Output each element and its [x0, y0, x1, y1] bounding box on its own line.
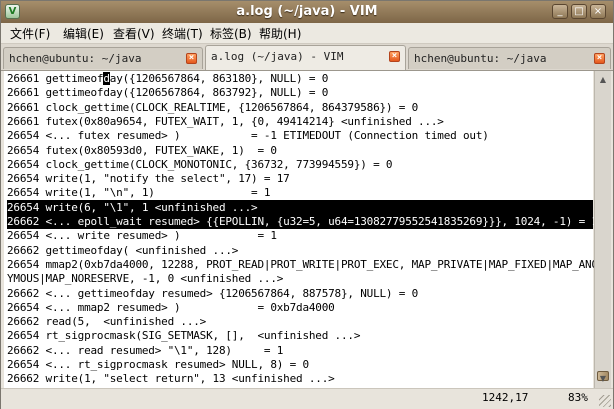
vim-status-bar: 1242,17 83%	[1, 388, 613, 409]
menu-view[interactable]: 查看(V)	[113, 25, 155, 42]
tab-shell-1[interactable]: hchen@ubuntu: ~/java ×	[3, 47, 203, 69]
menu-help[interactable]: 帮助(H)	[259, 25, 301, 42]
scroll-down-icon[interactable]: ▼	[596, 372, 610, 386]
vertical-scrollbar[interactable]: ▲ ▼	[594, 71, 611, 388]
terminal-line: YMOUS|MAP_NORESERVE, -1, 0 <unfinished .…	[7, 272, 284, 286]
tab-shell-2[interactable]: hchen@ubuntu: ~/java ×	[408, 47, 611, 69]
scroll-up-icon[interactable]: ▲	[596, 73, 610, 87]
tab-label: hchen@ubuntu: ~/java	[414, 52, 547, 65]
tab-vim[interactable]: a.log (~/java) - VIM ×	[205, 45, 406, 70]
tab-close-icon[interactable]: ×	[389, 51, 400, 62]
terminal-line: 26661 clock_gettime(CLOCK_REALTIME, {120…	[7, 100, 419, 114]
tab-close-icon[interactable]: ×	[186, 53, 197, 64]
terminal-line: 26662 <... epoll_wait resumed> {{EPOLLIN…	[7, 214, 598, 229]
terminal-line: 26654 write(1, "\n", 1) = 1	[7, 186, 271, 200]
terminal-line: 26654 <... mmap2 resumed> ) = 0xb7da4000	[7, 300, 335, 314]
terminal-line: 26654 <... write resumed> ) = 1	[7, 229, 277, 243]
tab-label: hchen@ubuntu: ~/java	[9, 52, 142, 65]
window-title: a.log (~/java) - VIM	[236, 4, 378, 19]
terminal-line: 26654 mmap2(0xb7da4000, 12288, PROT_READ…	[7, 257, 605, 271]
terminal-line: 26662 <... gettimeofday resumed> {120656…	[7, 286, 419, 300]
tab-bar: hchen@ubuntu: ~/java × a.log (~/java) - …	[1, 44, 613, 71]
menu-edit[interactable]: 编辑(E)	[63, 25, 104, 42]
terminal-window: V a.log (~/java) - VIM _ □ × 文件(F) 编辑(E)…	[0, 0, 614, 409]
terminal-line: 26654 futex(0x80593d0, FUTEX_WAKE, 1) = …	[7, 143, 277, 157]
terminal-line: 26654 write(1, "notify the select", 17) …	[7, 172, 290, 186]
tab-close-icon[interactable]: ×	[594, 53, 605, 64]
scroll-percent: 83%	[568, 391, 588, 404]
terminal-line: 26662 gettimeofday( <unfinished ...>	[7, 243, 239, 257]
terminal-line: 26661 futex(0x80a9654, FUTEX_WAIT, 1, {0…	[7, 114, 444, 128]
terminal-line: 26662 <... read resumed> "\1", 128) = 1	[7, 343, 284, 357]
menu-bar: 文件(F) 编辑(E) 查看(V) 终端(T) 标签(B) 帮助(H)	[1, 23, 613, 44]
terminal-line: 26661 gettimeofday({1206567864, 863792},…	[7, 86, 329, 100]
terminal-line: 26654 <... futex resumed> ) = -1 ETIMEDO…	[7, 129, 489, 143]
text-cursor: d	[103, 72, 110, 85]
terminal-line: 26662 write(1, "select return", 13 <unfi…	[7, 372, 335, 386]
maximize-icon[interactable]: □	[571, 4, 587, 19]
terminal-line: 26654 write(6, "\1", 1 <unfinished ...>	[7, 199, 593, 215]
terminal-line: 26654 clock_gettime(CLOCK_MONOTONIC, {36…	[7, 157, 393, 171]
close-icon[interactable]: ×	[590, 4, 606, 19]
terminal-line: 26654 rt_sigprocmask(SIG_SETMASK, [], <u…	[7, 329, 361, 343]
terminal-area[interactable]: 26661 gettimeofday({1206567864, 863180},…	[4, 71, 605, 388]
menu-tabs[interactable]: 标签(B)	[210, 25, 252, 42]
menu-file[interactable]: 文件(F)	[10, 25, 50, 42]
title-bar[interactable]: V a.log (~/java) - VIM _ □ ×	[1, 1, 613, 23]
terminal-line: 26654 <... rt_sigprocmask resumed> NULL,…	[7, 358, 309, 371]
menu-terminal[interactable]: 终端(T)	[162, 25, 203, 42]
tab-label: a.log (~/java) - VIM	[211, 50, 344, 63]
resize-grip-icon[interactable]	[599, 395, 611, 407]
cursor-position: 1242,17	[482, 391, 529, 404]
minimize-icon[interactable]: _	[552, 4, 568, 19]
terminal-line-cursor: 26661 gettimeofday({1206567864, 863180},…	[7, 72, 329, 85]
terminal-line: 26662 read(5, <unfinished ...>	[7, 315, 207, 329]
